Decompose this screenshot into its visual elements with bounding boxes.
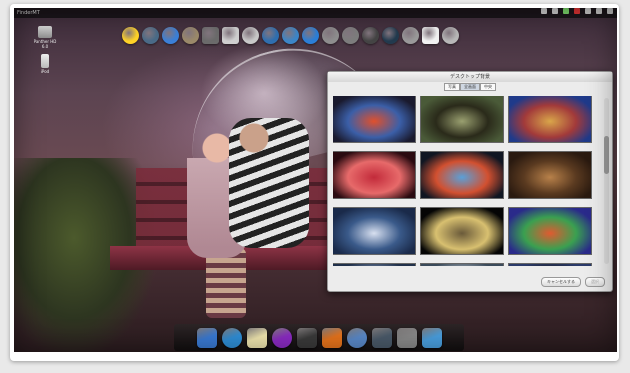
info-icon[interactable] xyxy=(302,27,319,44)
photo-icon[interactable] xyxy=(422,27,439,44)
wallpaper-thumbnail[interactable] xyxy=(509,264,591,266)
ipod-icon xyxy=(41,54,49,68)
cd-icon[interactable] xyxy=(242,27,259,44)
wallpaper-thumbnail[interactable] xyxy=(421,208,503,254)
globe-icon[interactable] xyxy=(142,27,159,44)
wallpaper-thumbnail[interactable] xyxy=(509,152,591,198)
finder-icon[interactable] xyxy=(196,327,217,348)
compass-icon[interactable] xyxy=(262,27,279,44)
document-icon[interactable] xyxy=(222,27,239,44)
wallpaper-thumbnail[interactable] xyxy=(333,96,415,142)
thumbnail-scrollbar[interactable] xyxy=(604,98,609,264)
bottom-dock xyxy=(174,324,464,351)
notes-icon[interactable] xyxy=(246,327,267,348)
clock-icon[interactable] xyxy=(574,8,580,14)
wallpaper-thumbnail[interactable] xyxy=(421,152,503,198)
folder-icon[interactable] xyxy=(421,327,442,348)
wifi-icon[interactable] xyxy=(552,8,558,14)
finder-icon[interactable] xyxy=(162,27,179,44)
menu-status-area xyxy=(541,8,613,14)
hard-drive-icon xyxy=(38,26,52,38)
view-mode-segmented-control: 写真 全画面 中央 xyxy=(328,83,612,91)
wallpaper-thumbnail[interactable] xyxy=(421,264,503,266)
segment-0[interactable]: 写真 xyxy=(444,83,460,91)
wallpaper-thumbnail[interactable] xyxy=(421,96,503,142)
desktop-icon-label: Panther HD 6.0 xyxy=(33,39,57,49)
spotlight-icon[interactable] xyxy=(596,8,602,14)
chat-icon[interactable] xyxy=(282,27,299,44)
wallpaper-thumbnail[interactable] xyxy=(333,208,415,254)
top-dock xyxy=(122,18,537,52)
desktop-icon-label: iPod xyxy=(40,69,50,74)
speaker-icon[interactable] xyxy=(442,27,459,44)
crank-icon[interactable] xyxy=(322,27,339,44)
wallpaper-thumbnail[interactable] xyxy=(333,264,415,266)
disc-icon[interactable] xyxy=(382,27,399,44)
launcher-icon[interactable] xyxy=(371,327,392,348)
menu-app-name[interactable]: FinderMT xyxy=(17,8,40,18)
wallpaper-boy xyxy=(229,118,309,248)
wallpaper-girl-legs xyxy=(206,248,246,318)
desktop: FinderMT Panther HD 6.0 iPod デスクトップ背景 写真… xyxy=(14,8,617,352)
calculator-icon[interactable] xyxy=(202,27,219,44)
segment-1[interactable]: 全画面 xyxy=(460,83,480,91)
preferences-icon[interactable] xyxy=(396,327,417,348)
itunes-icon[interactable] xyxy=(271,327,292,348)
circle-icon[interactable] xyxy=(362,27,379,44)
toolbox-icon[interactable] xyxy=(182,27,199,44)
desktop-background-window: デスクトップ背景 写真 全画面 中央 キャンセルする 選択 xyxy=(327,71,613,292)
system-icon[interactable] xyxy=(346,327,367,348)
star-icon[interactable] xyxy=(122,27,139,44)
list-icon[interactable] xyxy=(607,8,613,14)
bluetooth-icon[interactable] xyxy=(541,8,547,14)
desktop-icon-hard-drive[interactable]: Panther HD 6.0 xyxy=(30,26,60,49)
scrollbar-knob[interactable] xyxy=(604,136,609,174)
trash-icon[interactable] xyxy=(402,27,419,44)
gears-icon[interactable] xyxy=(342,27,359,44)
wallpaper-thumbnail-grid xyxy=(333,96,595,266)
window-button-row: キャンセルする 選択 xyxy=(541,277,605,287)
wallpaper-thumbnail[interactable] xyxy=(509,96,591,142)
battery-icon[interactable] xyxy=(563,8,569,14)
facetime-icon[interactable] xyxy=(296,327,317,348)
select-button[interactable]: 選択 xyxy=(585,277,605,287)
wallpaper-thumbnail[interactable] xyxy=(333,152,415,198)
safari-icon[interactable] xyxy=(221,327,242,348)
firefox-icon[interactable] xyxy=(321,327,342,348)
desktop-icon-ipod[interactable]: iPod xyxy=(30,54,60,74)
wallpaper-thumbnail[interactable] xyxy=(509,208,591,254)
cancel-button[interactable]: キャンセルする xyxy=(541,277,581,287)
window-title: デスクトップ背景 xyxy=(328,72,612,82)
segment-2[interactable]: 中央 xyxy=(480,83,496,91)
user-icon[interactable] xyxy=(585,8,591,14)
menu-bar: FinderMT xyxy=(14,8,617,18)
